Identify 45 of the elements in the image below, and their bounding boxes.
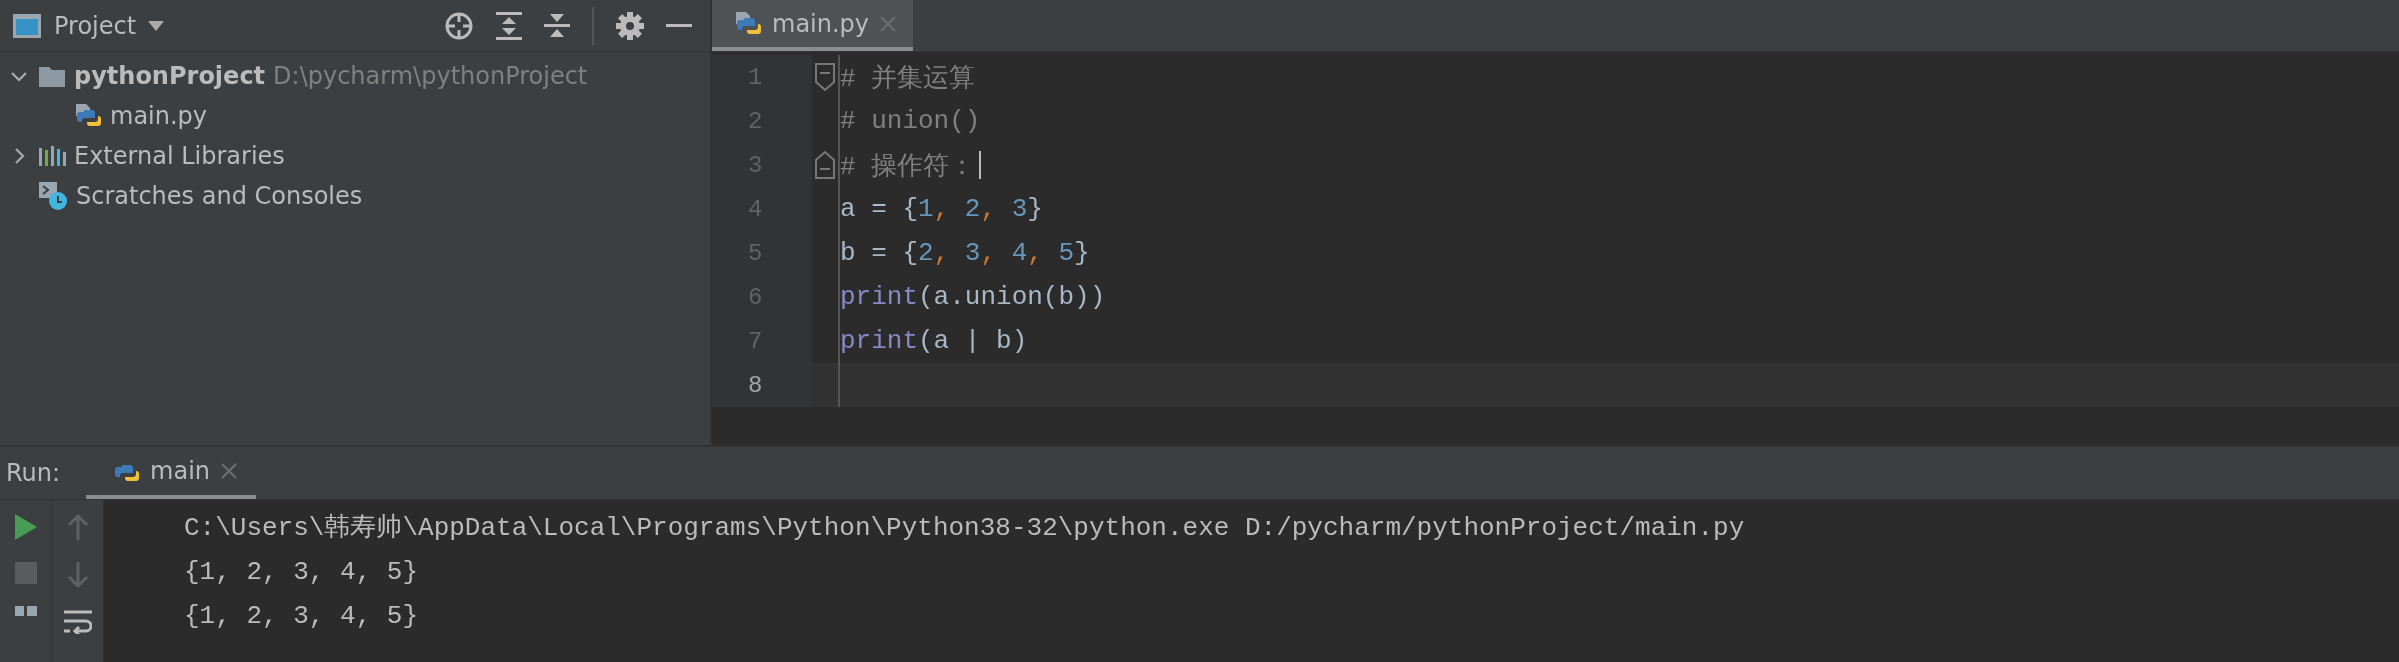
run-label: Run: [5, 459, 62, 487]
down-arrow-icon [66, 562, 89, 588]
code-line: # 操作符： [840, 150, 976, 183]
code-line: a = {1, 2, 3} [840, 194, 1043, 224]
run-icon [14, 514, 37, 540]
fold-icon [814, 150, 836, 180]
code-line: print(a | b) [840, 326, 1028, 356]
tab-label: main.py [772, 9, 870, 38]
code-line: # union() [840, 106, 981, 136]
code-line: print(a.union(b)) [840, 282, 1106, 312]
layout-icon [14, 606, 37, 616]
editor-tab[interactable]: main.py [712, 0, 914, 51]
tree-item-label: External Libraries [74, 142, 285, 170]
run-tab[interactable]: main [86, 447, 257, 499]
soft-wrap-icon [63, 610, 92, 634]
tree-item-label: Scratches and Consoles [76, 182, 363, 210]
collapse-all-icon [544, 11, 570, 40]
locate-icon [444, 10, 474, 41]
tree-item[interactable]: main.py [0, 96, 710, 136]
code-line: # 并集运算 [840, 62, 976, 95]
tab-label: main [150, 457, 211, 485]
up-arrow-icon [66, 514, 89, 540]
fold-icon [814, 62, 836, 92]
tree-item-label: main.py [110, 102, 208, 130]
console-output-line: C:\Users\韩寿帅\AppData\Local\Programs\Python\Python38-32\python.exe D:/pycharm/pythonProject/main.py [184, 512, 1745, 545]
tree-item-label: pythonProject [74, 62, 266, 90]
libraries-icon [38, 144, 66, 168]
console-output-line: {1, 2, 3, 4, 5} [184, 600, 420, 633]
dropdown-caret-icon [148, 20, 165, 31]
tree-item[interactable]: pythonProject D:\pycharm\pythonProject [0, 56, 710, 96]
tree-item[interactable]: External Libraries [0, 136, 710, 176]
close-icon [220, 462, 239, 480]
code-line: b = {2, 3, 4, 5} [840, 238, 1090, 268]
line-number: 8 [748, 371, 763, 399]
scratches-icon [38, 181, 68, 211]
stop-icon [14, 562, 37, 584]
folder-icon [38, 64, 66, 88]
console-output-line: {1, 2, 3, 4, 5} [184, 556, 420, 589]
close-icon [879, 14, 898, 33]
minimize-icon [666, 23, 692, 28]
window-icon [12, 12, 42, 39]
expand-all-icon [496, 11, 522, 40]
panel-title[interactable]: Project [54, 11, 137, 40]
tree-item[interactable]: Scratches and Consoles [0, 176, 710, 216]
path-hint: D:\pycharm\pythonProject [273, 62, 588, 90]
